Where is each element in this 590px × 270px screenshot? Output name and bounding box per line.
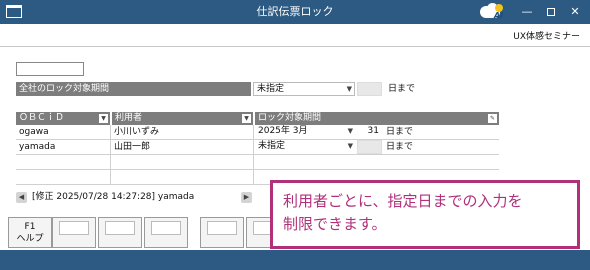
f1-help-button[interactable]: F1 ヘルプ — [8, 217, 52, 248]
company-lock-day-input[interactable] — [357, 82, 382, 96]
table-row[interactable]: yamada 山田一郎 未指定 ▼ 日まで — [16, 140, 499, 155]
prev-record-button[interactable]: ◀ — [16, 192, 27, 203]
column-header-label: ＯＢＣｉＤ — [19, 113, 65, 123]
cell-obcid[interactable] — [16, 155, 111, 170]
chevron-down-icon: ▼ — [347, 142, 353, 150]
company-lock-select-value: 未指定 — [257, 84, 285, 94]
day-input[interactable]: 31 — [357, 125, 382, 139]
f4-button[interactable] — [144, 217, 188, 248]
company-lock-select[interactable]: 未指定 ▼ — [253, 82, 355, 96]
day-suffix: 日まで — [386, 127, 414, 137]
cell-user[interactable] — [111, 170, 254, 185]
ai-badge-text: AI — [494, 11, 504, 20]
period-select[interactable]: 未指定 ▼ — [255, 140, 355, 154]
chevron-left-icon: ◀ — [18, 193, 25, 201]
f3-button[interactable] — [98, 217, 142, 248]
company-name: UX体感セミナー — [513, 32, 580, 42]
minimize-button[interactable]: — — [514, 0, 540, 24]
bottom-status-bar — [0, 250, 590, 270]
column-header-label: 利用者 — [115, 113, 143, 123]
period-select-value: 未指定 — [258, 141, 286, 151]
maximize-icon — [547, 8, 555, 16]
f5-button[interactable] — [200, 217, 244, 248]
dropdown-icon[interactable]: ▼ — [99, 114, 108, 123]
header-divider — [0, 46, 590, 47]
column-header-lock-period[interactable]: ロック対象期間 ✎ — [255, 112, 499, 125]
callout-line-2: 制限できます。 — [283, 215, 387, 233]
column-header-obcid[interactable]: ＯＢＣｉＤ ▼ — [16, 112, 110, 125]
maximize-button[interactable] — [538, 0, 564, 24]
dropdown-icon[interactable]: ▼ — [242, 114, 251, 123]
f2-button[interactable] — [52, 217, 96, 248]
edit-icon[interactable]: ✎ — [488, 114, 497, 123]
chevron-down-icon: ▼ — [347, 127, 353, 135]
fkey-blank — [151, 221, 181, 235]
title-bar: 仕訳伝票ロック AI — ✕ — [0, 0, 590, 24]
edit-history-text: [修正 2025/07/28 14:27:28] yamada — [32, 192, 195, 202]
period-select[interactable]: 2025年 3月 ▼ — [255, 125, 355, 139]
day-input[interactable] — [357, 140, 382, 154]
fkey-blank — [59, 221, 89, 235]
cell-user[interactable] — [111, 155, 254, 170]
next-record-button[interactable]: ▶ — [241, 192, 252, 203]
column-header-label: ロック対象期間 — [258, 113, 322, 123]
cell-obcid[interactable]: ogawa — [16, 125, 111, 140]
cell-obcid[interactable]: yamada — [16, 140, 111, 155]
fkey-number: F1 — [24, 222, 36, 232]
table-row[interactable] — [16, 155, 499, 170]
column-header-user[interactable]: 利用者 ▼ — [112, 112, 253, 125]
cell-user[interactable]: 山田一郎 — [111, 140, 254, 155]
fkey-blank — [105, 221, 135, 235]
table-row[interactable]: ogawa 小川いずみ 2025年 3月 ▼ 31 日まで — [16, 125, 499, 140]
callout-line-1: 利用者ごとに、指定日までの入力を — [283, 192, 523, 210]
cell-obcid[interactable] — [16, 170, 111, 185]
company-lock-suffix: 日まで — [388, 84, 416, 94]
chevron-down-icon: ▼ — [346, 85, 352, 93]
explanation-callout: 利用者ごとに、指定日までの入力を 制限できます。 — [270, 180, 580, 249]
day-suffix: 日まで — [386, 142, 414, 152]
fkey-label: ヘルプ — [16, 234, 44, 244]
close-icon: ✕ — [570, 5, 580, 18]
search-input[interactable] — [16, 62, 84, 76]
fkey-blank — [207, 221, 237, 235]
period-select-value: 2025年 3月 — [258, 126, 308, 136]
company-lock-label: 全社のロック対象期間 — [16, 82, 251, 96]
minimize-icon: — — [521, 5, 533, 18]
cell-user[interactable]: 小川いずみ — [111, 125, 254, 140]
chevron-right-icon: ▶ — [243, 193, 250, 201]
cell-lock-period[interactable] — [254, 155, 499, 170]
close-button[interactable]: ✕ — [562, 0, 588, 24]
ai-assistant-icon[interactable]: AI — [480, 3, 510, 21]
